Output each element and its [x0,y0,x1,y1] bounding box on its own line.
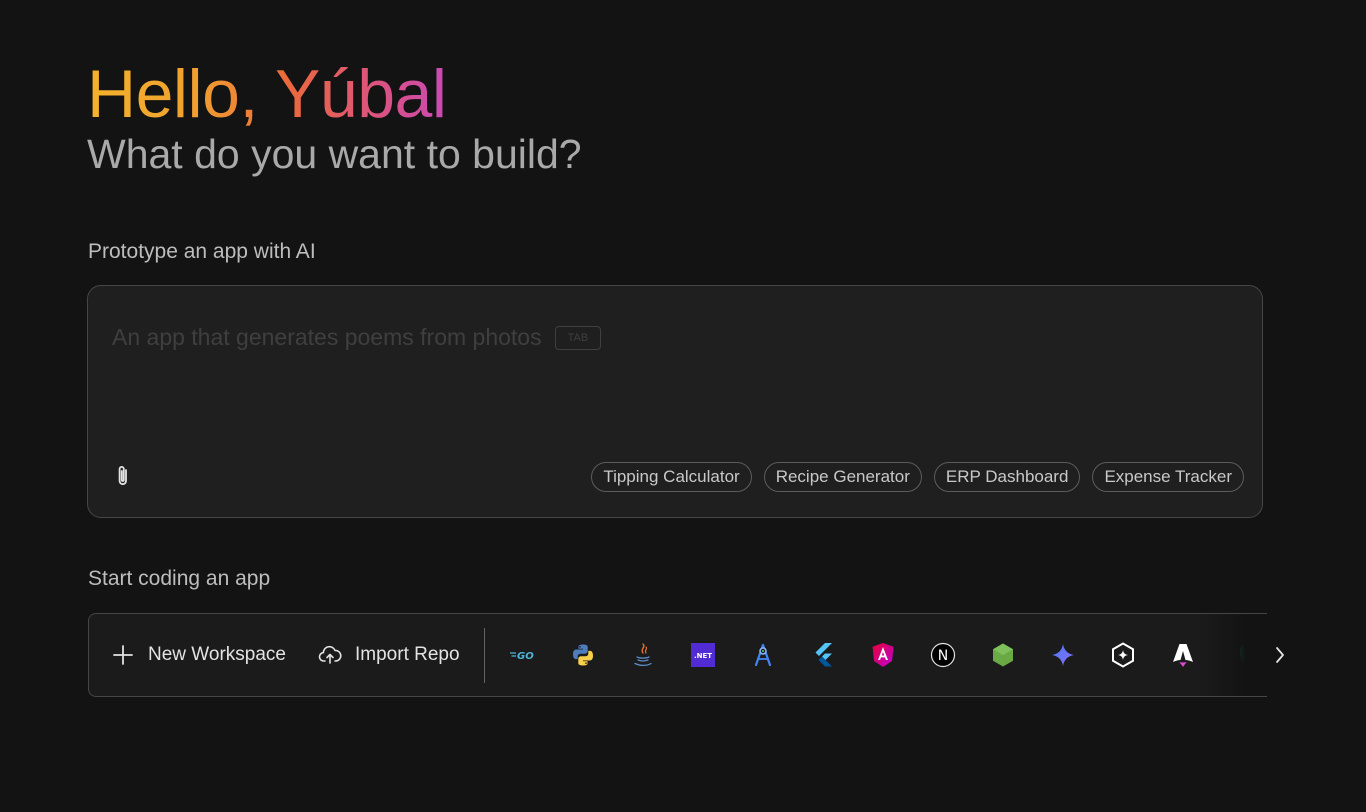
dotnet-icon[interactable]: .NET [688,640,718,670]
angular-icon[interactable] [868,640,898,670]
import-repo-button[interactable]: Import Repo [318,614,460,696]
java-icon[interactable] [628,640,658,670]
chevron-right-icon[interactable] [1270,643,1290,667]
new-workspace-button[interactable]: New Workspace [111,614,286,696]
hexagon-icon[interactable] [1108,640,1138,670]
suggestion-chip-tipping-calculator[interactable]: Tipping Calculator [591,462,752,492]
greeting-title: Hello, Yúbal [87,52,447,136]
python-icon[interactable] [568,640,598,670]
tab-key-hint: TAB [554,325,602,350]
page-subtitle: What do you want to build? [87,131,582,177]
nodejs-icon[interactable] [988,640,1018,670]
prompt-placeholder-row[interactable]: An app that generates poems from photos … [112,324,602,351]
gemini-sparkle-icon[interactable] [1048,640,1078,670]
import-repo-label: Import Repo [355,644,460,665]
prototype-section-label: Prototype an app with AI [88,240,316,263]
toolbar-divider [484,628,485,683]
suggestion-chip-erp-dashboard[interactable]: ERP Dashboard [933,462,1081,492]
cloud-upload-icon [318,645,342,664]
svg-text:.NET: .NET [694,652,712,660]
coding-section-label: Start coding an app [88,567,271,590]
suggestion-chip-recipe-generator[interactable]: Recipe Generator [763,462,922,492]
coding-toolbar: New Workspace Import Repo GO .NET N [88,613,1267,697]
prompt-input-box[interactable]: An app that generates poems from photos … [87,285,1263,518]
paperclip-icon[interactable] [112,463,134,489]
prompt-placeholder: An app that generates poems from photos [112,324,542,350]
go-icon[interactable]: GO [508,640,538,670]
suggestion-chips: Tipping Calculator Recipe Generator ERP … [591,462,1244,492]
flutter-icon[interactable] [808,640,838,670]
android-studio-icon[interactable] [748,640,778,670]
nextjs-icon[interactable]: N [928,640,958,670]
page: Hello, Yúbal What do you want to build? … [0,0,1366,812]
svg-text:GO: GO [517,651,534,662]
new-workspace-label: New Workspace [148,644,286,665]
mongodb-leaf-icon[interactable] [1228,640,1258,670]
suggestion-chip-expense-tracker[interactable]: Expense Tracker [1092,462,1244,492]
svg-text:N: N [938,648,948,664]
plus-icon [113,645,133,665]
astro-icon[interactable] [1168,640,1198,670]
